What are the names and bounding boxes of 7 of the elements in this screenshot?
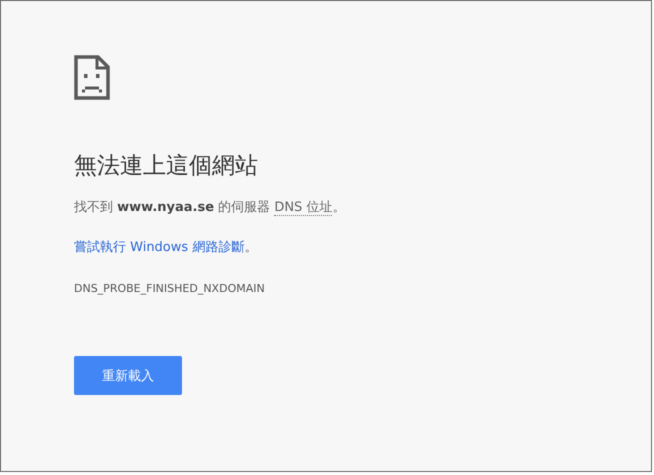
error-heading: 無法連上這個網站: [74, 152, 258, 181]
reload-button[interactable]: 重新載入: [74, 356, 182, 395]
error-message: 找不到 www.nyaa.se 的伺服器 DNS 位址。: [74, 199, 346, 218]
sad-page-icon: [74, 55, 110, 100]
suggestion-text: 嘗試執行 Windows 網路診斷。: [74, 239, 258, 257]
diagnostics-link[interactable]: 嘗試執行 Windows 網路診斷: [74, 240, 244, 255]
error-code: DNS_PROBE_FINISHED_NXDOMAIN: [74, 281, 265, 297]
